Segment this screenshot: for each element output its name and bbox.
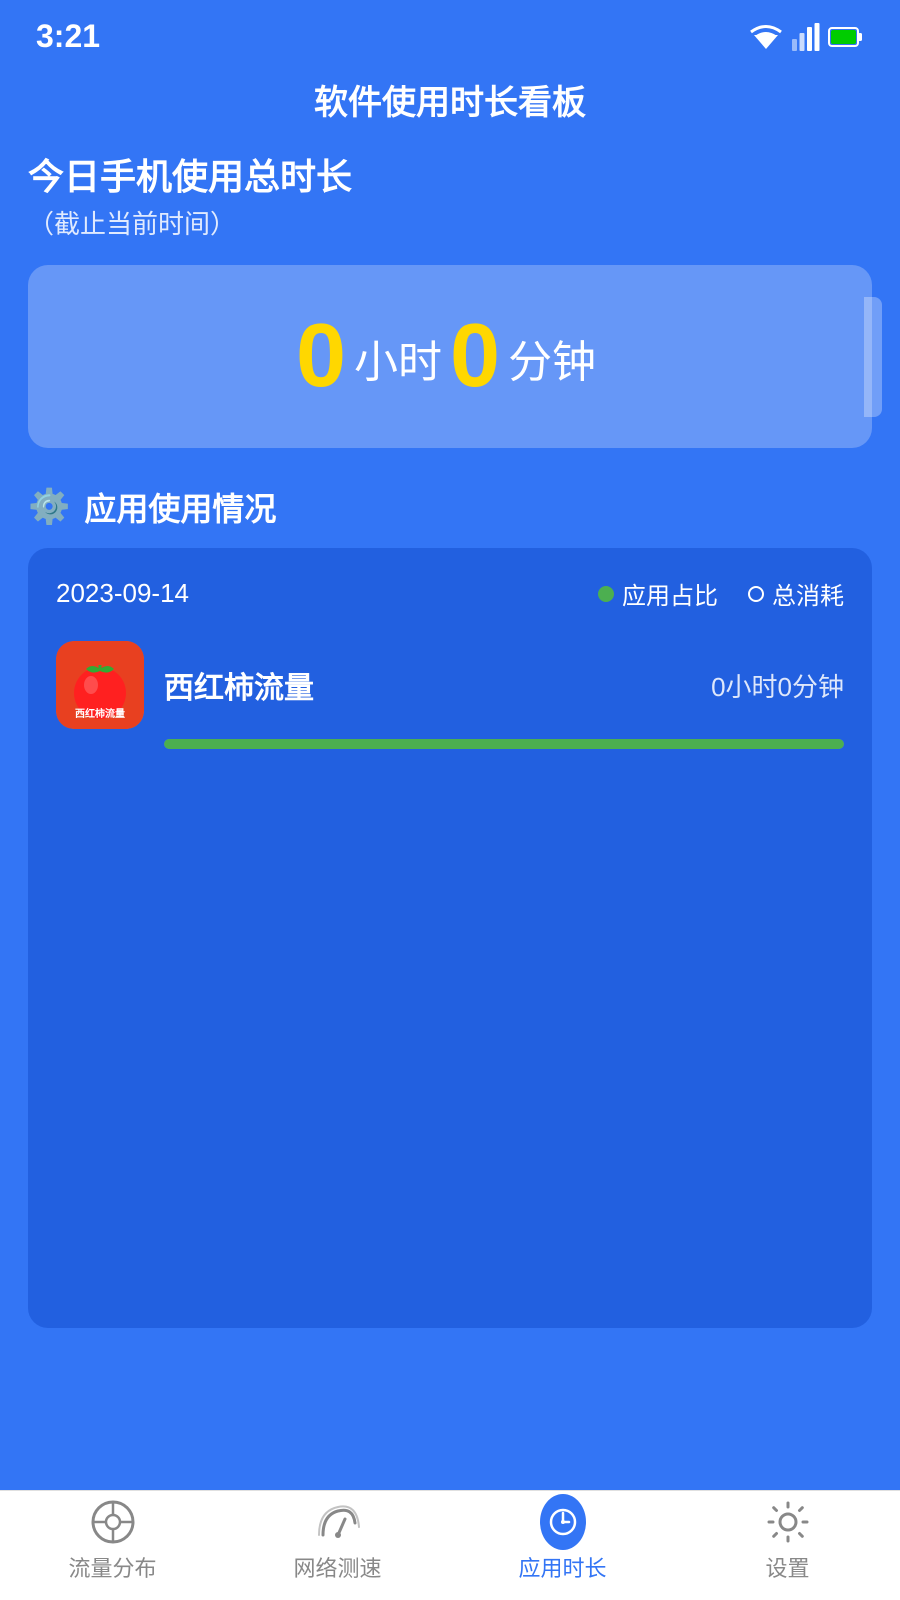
nav-item-speed[interactable]: 网络测速 [225,1499,450,1583]
app-name: 西红柿流量 [164,663,314,707]
active-indicator [540,1494,586,1550]
legend-dot-outline [748,586,764,602]
time-display: 0 小时 0 分钟 [296,305,604,408]
today-usage-sublabel: （截止当前时间） [28,204,872,241]
app-list-card: 2023-09-14 应用占比 总消耗 [28,548,872,1328]
page-title: 软件使用时长看板 [0,65,900,148]
legend-total: 总消耗 [748,576,844,611]
app-row: 西红柿流量 西红柿流量 0小时0分钟 [56,641,844,749]
nav-item-flow[interactable]: 流量分布 [0,1499,225,1583]
status-icons [748,23,864,51]
usage-icon [540,1499,586,1545]
nav-label-flow: 流量分布 [68,1551,156,1583]
nav-item-usage[interactable]: 应用时长 [450,1499,675,1583]
progress-bar-fill [164,739,844,749]
battery-icon [828,26,864,48]
app-progress-row [56,739,844,749]
app-list-date: 2023-09-14 [56,578,189,609]
legend-total-label: 总消耗 [772,576,844,611]
app-icon-wrapper: 西红柿流量 [56,641,144,729]
app-icon-svg: 西红柿流量 [56,641,144,729]
app-icon-bg: 西红柿流量 [56,641,144,729]
progress-bar-bg [164,739,844,749]
signal-icon [792,23,820,51]
settings-icon [765,1499,811,1545]
app-time: 0小时0分钟 [711,667,844,704]
svg-text:西红柿流量: 西红柿流量 [75,707,125,720]
hours-unit: 小时 [354,326,442,408]
legend-app-ratio: 应用占比 [598,576,718,611]
app-row-top: 西红柿流量 西红柿流量 0小时0分钟 [56,641,844,729]
nav-label-usage: 应用时长 [518,1551,606,1583]
minutes-unit: 分钟 [508,326,596,408]
hours-value: 0 [296,305,346,408]
app-name-time: 西红柿流量 0小时0分钟 [164,663,844,707]
status-time: 3:21 [36,18,100,55]
today-usage-label: 今日手机使用总时长 [28,148,872,200]
minutes-value: 0 [450,305,500,408]
nav-item-settings[interactable]: 设置 [675,1499,900,1583]
app-list-header: 2023-09-14 应用占比 总消耗 [56,576,844,611]
main-content: 今日手机使用总时长 （截止当前时间） 0 小时 0 分钟 ⚙️ 应用使用情况 2… [0,148,900,1328]
bottom-nav: 流量分布 网络测速 应用时长 [0,1490,900,1600]
time-card: 0 小时 0 分钟 [28,265,872,448]
legend-dot-filled [598,586,614,602]
status-bar: 3:21 [0,0,900,65]
speed-icon [315,1499,361,1545]
app-usage-label: 应用使用情况 [84,484,276,530]
wifi-icon [748,23,784,51]
app-usage-icon: ⚙️ [28,487,70,527]
nav-label-settings: 设置 [765,1551,809,1583]
app-usage-header: ⚙️ 应用使用情况 [28,484,872,530]
flow-icon [90,1499,136,1545]
legend-app-ratio-label: 应用占比 [622,576,718,611]
nav-label-speed: 网络测速 [293,1551,381,1583]
legend-items: 应用占比 总消耗 [598,576,844,611]
